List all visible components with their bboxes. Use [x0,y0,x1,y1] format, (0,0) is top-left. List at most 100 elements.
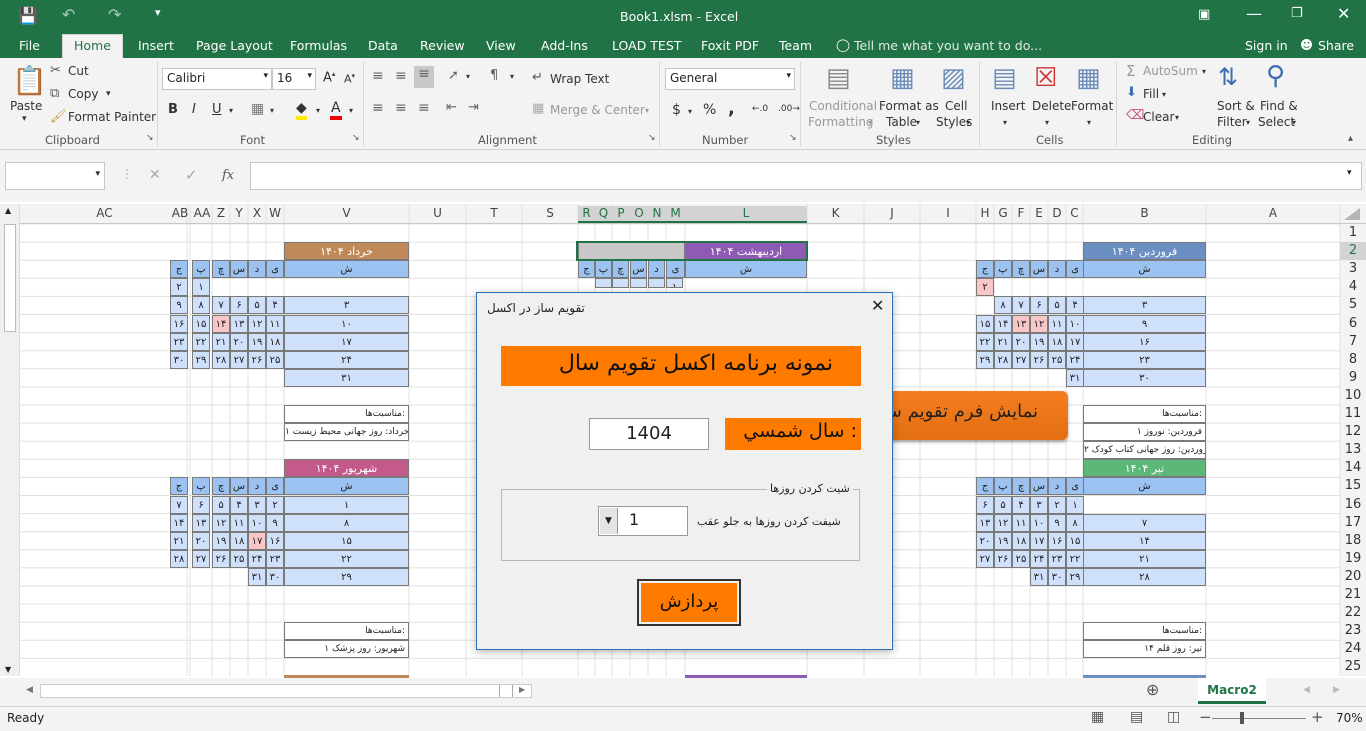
column-header[interactable]: O [630,206,648,223]
day-cell[interactable]: ۸ [192,296,210,315]
day-cell[interactable]: ۲۸ [994,350,1012,369]
paste-button[interactable]: Paste [10,99,42,113]
clear-dropdown-icon[interactable]: ▾ [1175,113,1179,122]
font-name-select[interactable]: Calibri ▾ [162,68,272,90]
day-cell[interactable]: ۱۷ [1030,531,1048,550]
day-cell[interactable]: ۲۳ [1048,549,1066,568]
column-header[interactable]: Z [212,206,230,223]
row-header[interactable]: 24 [1340,640,1366,658]
occasion-note[interactable]: فروردین: نوروز ۱ [1083,423,1206,442]
tab-review[interactable]: Review [420,38,465,53]
insert-function-button[interactable]: fx [222,168,234,183]
day-cell[interactable]: ۲۶ [1030,350,1048,369]
weekday-header[interactable]: ی [666,260,685,279]
weekday-header[interactable]: ج [976,260,994,279]
align-left-icon[interactable]: ≡ [372,100,384,116]
zoom-slider-thumb[interactable] [1240,712,1244,724]
day-cell[interactable]: ۲۶ [994,549,1012,568]
column-header[interactable]: C [1066,206,1083,223]
day-cell[interactable]: ۱۰ [284,314,409,333]
scroll-right-icon[interactable]: ▶ [519,685,525,694]
row-header[interactable]: 22 [1340,604,1366,622]
eraser-icon[interactable]: ⌫ [1126,108,1144,123]
row-header[interactable]: 8 [1340,351,1366,369]
tab-team[interactable]: Team [779,38,812,53]
day-cell[interactable]: ۱۴ [1083,531,1206,550]
day-cell[interactable]: ۱۶ [266,531,284,550]
conditional-formatting-label1[interactable]: Conditional [809,99,877,113]
customize-qat-icon[interactable]: ▾ [155,6,161,19]
day-cell[interactable]: ۵ [212,495,230,514]
day-cell[interactable]: ۲۰ [1012,332,1030,351]
day-cell[interactable] [648,278,665,289]
sheet-nav-right-icon[interactable]: ▶ [1333,685,1340,695]
day-cell[interactable]: ۱۶ [170,314,188,333]
day-cell[interactable]: ۲۹ [192,350,210,369]
show-form-button[interactable]: نمایش فرم تقویم ساز [870,391,1068,440]
day-cell[interactable]: ۱۶ [1083,332,1206,351]
ribbon-display-icon[interactable]: ▣ [1198,7,1210,22]
day-cell[interactable]: ۲۳ [170,332,188,351]
number-format-select[interactable]: General ▾ [665,68,795,90]
column-header[interactable]: F [1012,206,1030,223]
font-color-icon[interactable]: A [330,100,342,120]
column-header[interactable]: D [1048,206,1066,223]
day-cell[interactable]: ۲۷ [1012,350,1030,369]
row-header[interactable]: 14 [1340,459,1366,477]
format-dropdown-icon[interactable]: ▾ [1087,118,1091,127]
weekday-header[interactable]: پ [994,477,1012,496]
occasion-note[interactable]: فروردین: روز جهانی کتاب کودک ۲ [1083,441,1206,460]
row-header[interactable]: 25 [1340,658,1366,676]
redo-icon[interactable]: ↷ [108,5,121,24]
name-box-grip-icon[interactable]: ⋮ [121,167,133,181]
day-cell[interactable]: ۲۸ [1083,567,1206,586]
day-cell[interactable]: ۲۷ [192,549,210,568]
weekday-header[interactable]: ج [170,260,188,279]
row-header[interactable]: 3 [1340,260,1366,278]
clear-button[interactable]: Clear [1143,110,1174,124]
column-header[interactable]: Q [595,206,612,223]
day-cell[interactable]: ۹ [170,296,188,315]
day-cell[interactable]: ۲۱ [170,531,188,550]
day-cell[interactable]: ۳۱ [1030,567,1048,586]
format-table-dropdown-icon[interactable]: ▾ [916,118,920,127]
underline-button[interactable]: U [212,102,222,117]
align-right-icon[interactable]: ≡ [418,100,430,116]
autosum-dropdown-icon[interactable]: ▾ [1202,67,1206,76]
day-cell[interactable]: ۱۵ [192,314,210,333]
day-cell[interactable]: ۲۸ [212,350,230,369]
day-cell[interactable]: ۳ [1030,495,1048,514]
vertical-scroll-thumb[interactable] [4,224,16,332]
day-cell[interactable]: ۳۱ [248,567,266,586]
column-header[interactable]: AA [192,206,212,223]
autosum-icon[interactable]: Σ [1126,62,1135,80]
column-header[interactable]: E [1030,206,1048,223]
day-cell[interactable]: ۱۳ [976,513,994,532]
text-direction-icon[interactable]: ¶ [490,68,498,83]
delete-cells-icon[interactable]: ☒ [1034,63,1057,93]
day-cell[interactable]: ۱۹ [212,531,230,550]
zoom-level[interactable]: 70% [1336,711,1363,725]
column-header[interactable]: M [666,206,685,223]
day-cell[interactable]: ۳ [248,495,266,514]
increase-font-icon[interactable]: A▴ [323,70,335,85]
insert-dropdown-icon[interactable]: ▾ [1003,118,1007,127]
conditional-formatting-icon[interactable]: ▤ [826,63,851,93]
expand-formula-bar-icon[interactable]: ▾ [1347,168,1352,178]
tab-page-layout[interactable]: Page Layout [196,38,273,53]
find-select-label2[interactable]: Select [1258,115,1295,129]
day-cell[interactable]: ۴ [1012,495,1030,514]
day-cell[interactable]: ۱۰ [248,513,266,532]
decrease-decimal-icon[interactable]: .00→ [778,104,800,114]
format-painter-icon[interactable]: 🖌 [50,109,67,124]
cut-button[interactable]: Cut [68,64,89,78]
column-header[interactable]: J [864,206,920,223]
day-cell[interactable]: ۳۰ [1048,567,1066,586]
day-cell[interactable]: ۱ [192,278,210,297]
clipboard-launcher-icon[interactable]: ↘ [146,133,154,143]
cell-styles-label1[interactable]: Cell [945,99,967,113]
day-cell[interactable]: ۲ [170,278,188,297]
weekday-header[interactable]: ش [284,260,409,279]
day-cell[interactable]: ۲۲ [976,332,994,351]
day-cell[interactable]: ۶ [1030,296,1048,315]
